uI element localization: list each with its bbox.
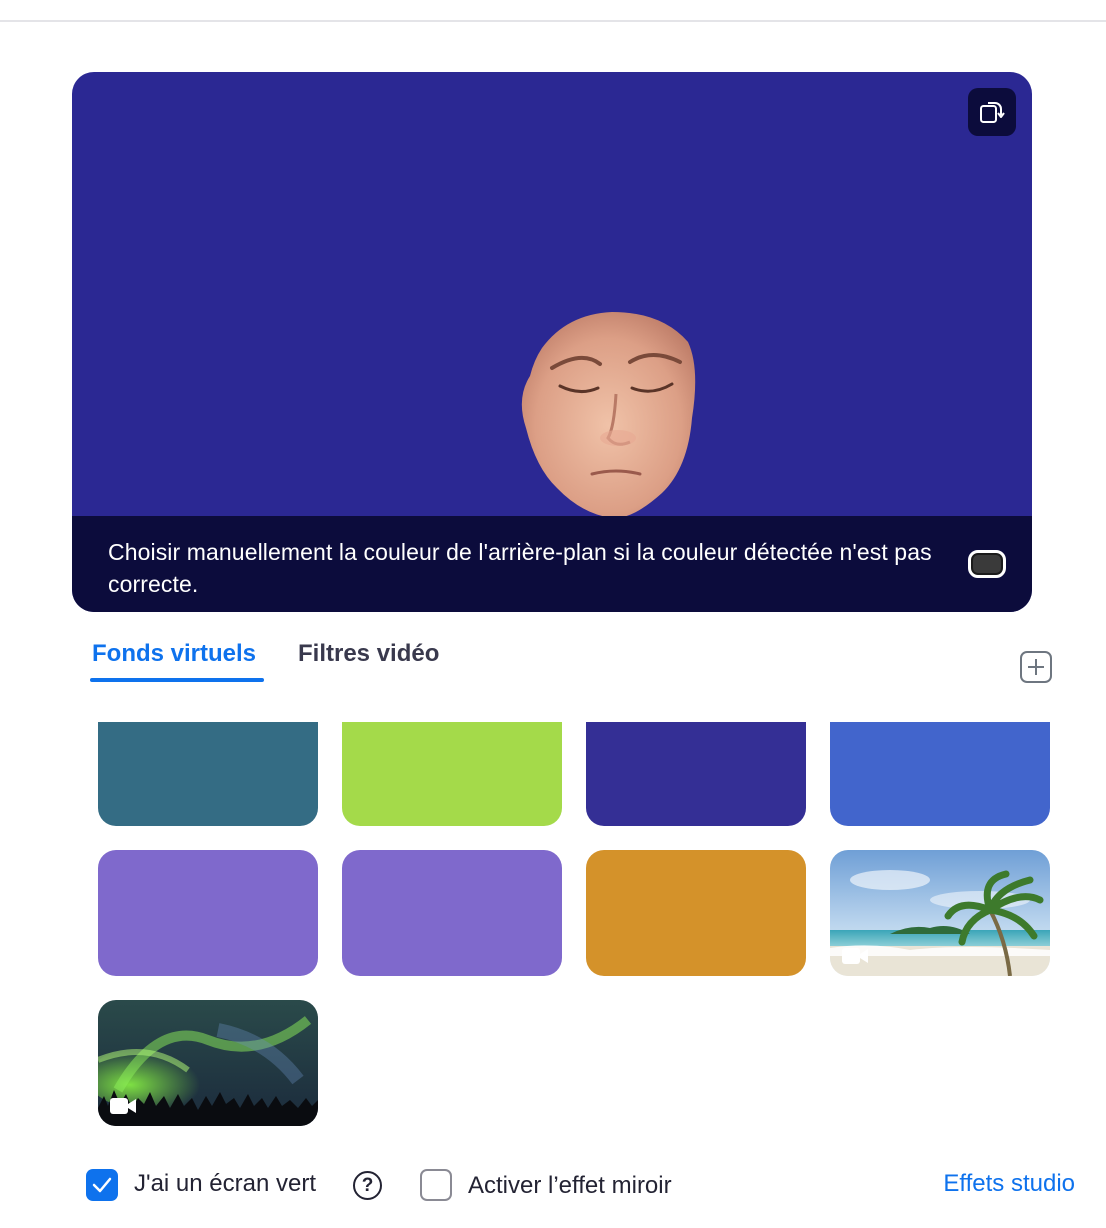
background-tile-beach[interactable] bbox=[830, 850, 1050, 976]
tile-color bbox=[98, 722, 318, 826]
manual-color-toggle[interactable] bbox=[968, 550, 1006, 578]
background-tile-teal[interactable] bbox=[98, 722, 318, 826]
active-tab-underline bbox=[90, 678, 264, 682]
tile-color bbox=[586, 850, 806, 976]
background-tile-purple-1[interactable] bbox=[98, 850, 318, 976]
studio-effects-link[interactable]: Effets studio bbox=[943, 1170, 1075, 1198]
background-tile-aurora[interactable] bbox=[98, 1000, 318, 1126]
background-tile-orange[interactable] bbox=[586, 850, 806, 976]
tab-video-filters[interactable]: Filtres vidéo bbox=[298, 640, 439, 684]
video-preview: Choisir manuellement la couleur de l'arr… bbox=[72, 72, 1032, 612]
person-face bbox=[521, 312, 696, 519]
background-tile-blue[interactable] bbox=[830, 722, 1050, 826]
background-tile-navy[interactable] bbox=[586, 722, 806, 826]
video-icon bbox=[110, 1098, 136, 1114]
green-screen-label[interactable]: J'ai un écran vert bbox=[134, 1170, 316, 1198]
background-grid bbox=[98, 722, 1050, 1126]
mirror-label[interactable]: Activer l’effet miroir bbox=[468, 1172, 672, 1200]
options-row: J'ai un écran vert ? Activer l’effet mir… bbox=[0, 1160, 1106, 1210]
tile-color bbox=[342, 722, 562, 826]
mirror-checkbox[interactable] bbox=[420, 1169, 452, 1201]
add-background-button[interactable] bbox=[1020, 651, 1052, 683]
tile-color bbox=[586, 722, 806, 826]
tile-color bbox=[830, 722, 1050, 826]
background-tile-lime[interactable] bbox=[342, 722, 562, 826]
background-tile-purple-2[interactable] bbox=[342, 850, 562, 976]
video-icon bbox=[842, 948, 868, 964]
top-divider bbox=[0, 20, 1106, 22]
checkmark-icon bbox=[92, 1177, 112, 1193]
rotate-camera-button[interactable] bbox=[968, 88, 1016, 136]
color-notice-bar: Choisir manuellement la couleur de l'arr… bbox=[72, 516, 1032, 612]
color-notice-text: Choisir manuellement la couleur de l'arr… bbox=[108, 539, 932, 597]
tile-color bbox=[342, 850, 562, 976]
green-screen-checkbox[interactable] bbox=[86, 1169, 118, 1201]
rotate-camera-icon bbox=[980, 102, 1005, 123]
help-icon[interactable]: ? bbox=[353, 1171, 382, 1200]
tile-color bbox=[98, 850, 318, 976]
